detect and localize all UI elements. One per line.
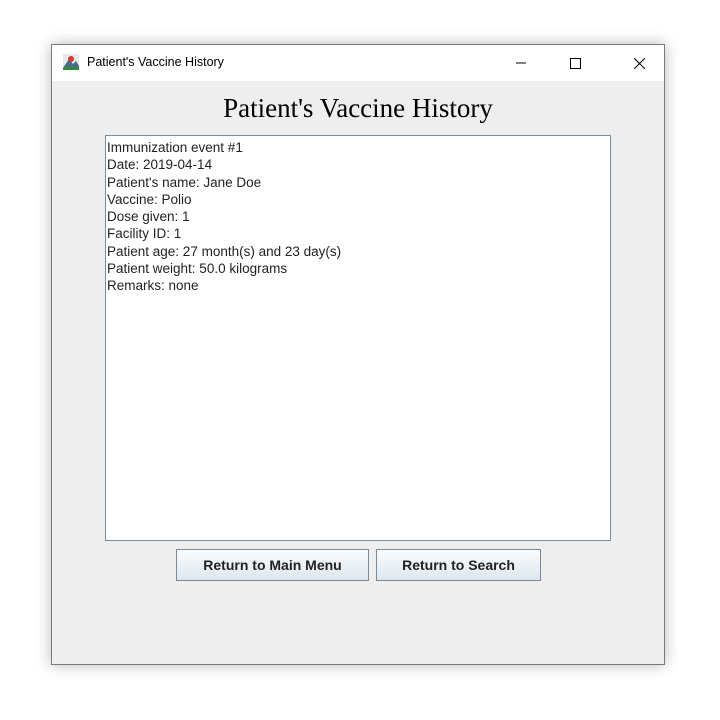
record-line: Patient weight: 50.0 kilograms [107,261,288,277]
window-title: Patient's Vaccine History [87,55,224,69]
app-window: Patient's Vaccine History Patient's Vacc… [51,44,665,665]
record-line: Immunization event #1 [107,140,243,155]
title-bar[interactable]: Patient's Vaccine History [52,45,664,81]
close-icon [634,58,645,69]
vaccine-history-textarea[interactable]: Immunization event #1 Date: 2019-04-14 P… [105,135,611,541]
page-title: Patient's Vaccine History [223,93,493,123]
record-line: Facility ID: 1 [107,226,182,242]
java-app-icon [63,54,79,70]
record-line: Patient's name: Jane Doe [107,174,262,190]
record-line: Patient age: 27 month(s) and 23 day(s) [107,243,342,259]
maximize-button[interactable] [552,45,598,81]
maximize-icon [570,58,581,69]
close-button[interactable] [616,45,662,81]
return-to-search-button[interactable]: Return to Search [376,549,541,581]
return-to-main-menu-button[interactable]: Return to Main Menu [176,549,369,581]
record-line: Remarks: none [107,278,199,294]
record-line: Dose given: 1 [107,209,190,225]
minimize-button[interactable] [498,45,544,81]
record-line: Date: 2019-04-14 [107,157,213,173]
minimize-icon [516,62,526,64]
record-line: Vaccine: Polio [107,191,192,207]
